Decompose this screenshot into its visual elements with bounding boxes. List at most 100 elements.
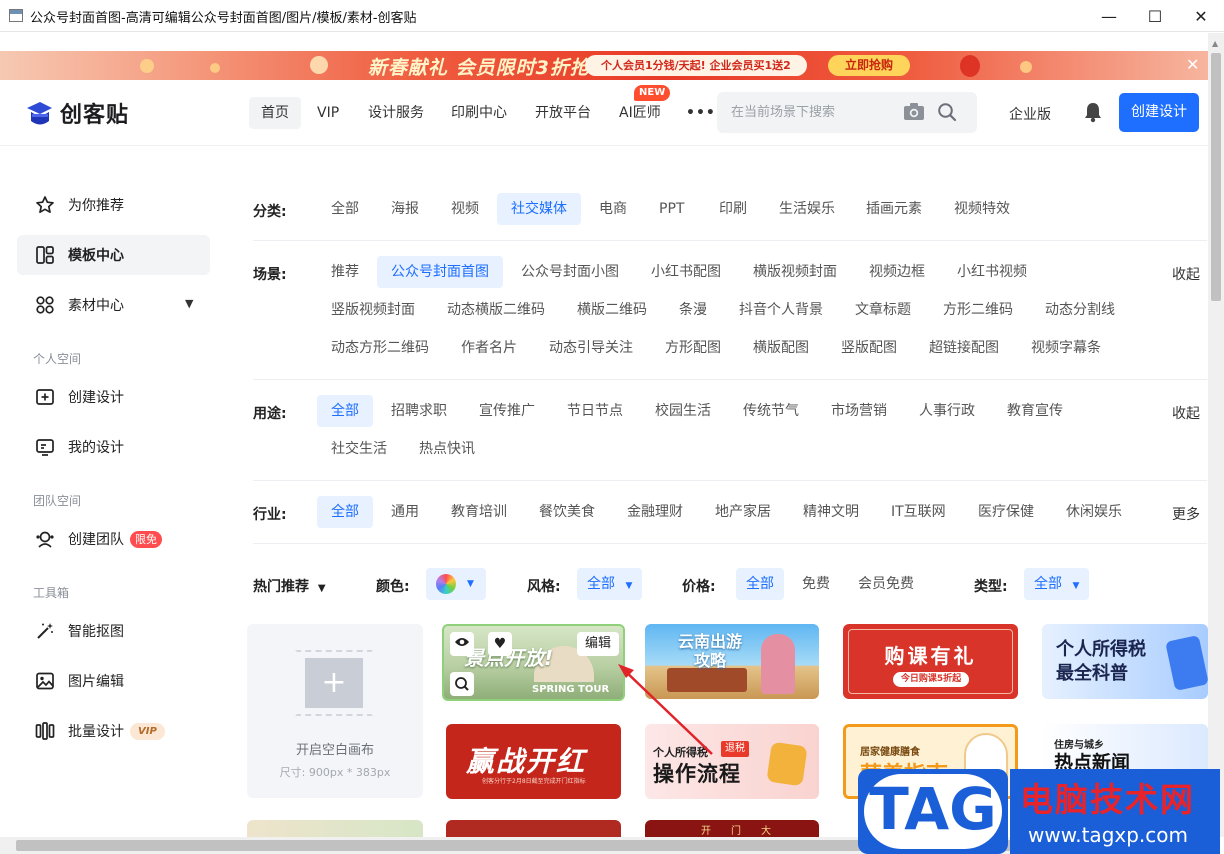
scene-chip[interactable]: 动态横版二维码: [433, 294, 559, 326]
scene-chip[interactable]: 方形配图: [651, 332, 735, 364]
usage-chip[interactable]: 全部: [317, 395, 373, 427]
usage-chip[interactable]: 教育宣传: [993, 395, 1077, 427]
category-chip[interactable]: 电商: [585, 193, 641, 225]
template-card[interactable]: 购课有礼 今日购课5折起: [843, 624, 1018, 699]
logo-icon[interactable]: [24, 99, 54, 129]
scene-chip[interactable]: 横版二维码: [563, 294, 661, 326]
preview-eye-icon[interactable]: [450, 632, 474, 656]
template-card[interactable]: [247, 820, 423, 837]
nav-open-platform[interactable]: 开放平台: [523, 97, 603, 129]
search-input[interactable]: [731, 102, 901, 122]
vertical-scrollbar[interactable]: ▲: [1208, 33, 1224, 837]
blank-canvas-card[interactable]: + 开启空白画布 尺寸: 900px * 383px: [247, 624, 423, 798]
scene-chip[interactable]: 横版视频封面: [739, 256, 851, 288]
scene-chip[interactable]: 公众号封面小图: [507, 256, 633, 288]
scene-chip[interactable]: 文章标题: [841, 294, 925, 326]
industry-chip[interactable]: 全部: [317, 496, 373, 528]
category-chip[interactable]: 视频特效: [940, 193, 1024, 225]
usage-chip[interactable]: 人事行政: [905, 395, 989, 427]
scene-chip[interactable]: 推荐: [317, 256, 373, 288]
bell-icon[interactable]: [1083, 101, 1103, 123]
usage-chip[interactable]: 节日节点: [553, 395, 637, 427]
scene-chip[interactable]: 视频边框: [855, 256, 939, 288]
template-card[interactable]: 开 门 大: [645, 820, 819, 837]
industry-chip[interactable]: 精神文明: [789, 496, 873, 528]
sidebar-item-templates[interactable]: 模板中心: [17, 235, 210, 275]
sidebar-item-create-team[interactable]: 创建团队 限免: [17, 519, 210, 559]
price-option[interactable]: 免费: [792, 568, 840, 600]
sidebar-item-materials[interactable]: 素材中心 ▼: [17, 285, 210, 325]
scene-chip[interactable]: 动态引导关注: [535, 332, 647, 364]
usage-chip[interactable]: 传统节气: [729, 395, 813, 427]
sidebar-item-recommend[interactable]: 为你推荐: [17, 185, 210, 225]
usage-chip[interactable]: 招聘求职: [377, 395, 461, 427]
template-card[interactable]: [446, 820, 621, 837]
industry-chip[interactable]: 金融理财: [613, 496, 697, 528]
template-card[interactable]: 个人所得税最全科普: [1042, 624, 1208, 699]
industry-chip[interactable]: 地产家居: [701, 496, 785, 528]
vertical-scroll-thumb[interactable]: [1211, 53, 1221, 301]
industry-chip[interactable]: 休闲娱乐: [1052, 496, 1136, 528]
search-box[interactable]: [717, 92, 977, 133]
promo-banner[interactable]: 新春献礼 会员限时3折抢 个人会员1分钱/天起! 企业会员买1送2 立即抢购 ✕: [0, 51, 1208, 80]
usage-chip[interactable]: 宣传推广: [465, 395, 549, 427]
minimize-button[interactable]: —: [1086, 0, 1132, 32]
scene-chip[interactable]: 动态方形二维码: [317, 332, 443, 364]
industry-chip[interactable]: 医疗保健: [964, 496, 1048, 528]
create-design-button[interactable]: 创建设计: [1119, 93, 1199, 132]
close-window-button[interactable]: ✕: [1178, 0, 1224, 32]
banner-close-icon[interactable]: ✕: [1186, 55, 1199, 74]
template-card[interactable]: 赢战开红 创客分行于2月8日截至完成开门红指标: [446, 724, 621, 799]
scene-chip[interactable]: 超链接配图: [915, 332, 1013, 364]
camera-icon[interactable]: [903, 102, 925, 122]
logo-text[interactable]: 创客贴: [60, 97, 129, 129]
hot-sort-dropdown[interactable]: 热门推荐 ▼: [253, 576, 326, 596]
usage-chip[interactable]: 热点快讯: [405, 433, 489, 465]
banner-cta-button[interactable]: 立即抢购: [828, 55, 910, 76]
type-dropdown[interactable]: 全部 ▼: [1024, 568, 1090, 600]
industry-chip[interactable]: 教育培训: [437, 496, 521, 528]
scene-chip[interactable]: 小红书视频: [943, 256, 1041, 288]
category-chip[interactable]: 全部: [317, 193, 373, 225]
category-chip[interactable]: 海报: [377, 193, 433, 225]
scene-chip[interactable]: 方形二维码: [929, 294, 1027, 326]
sidebar-item-create-design[interactable]: 创建设计: [17, 377, 210, 417]
maximize-button[interactable]: ☐: [1132, 0, 1178, 32]
nav-design-service[interactable]: 设计服务: [356, 97, 436, 129]
scene-chip[interactable]: 抖音个人背景: [725, 294, 837, 326]
scene-chip[interactable]: 横版配图: [739, 332, 823, 364]
scene-chip[interactable]: 小红书配图: [637, 256, 735, 288]
scene-collapse-link[interactable]: 收起: [1172, 264, 1200, 284]
scene-chip[interactable]: 动态分割线: [1031, 294, 1129, 326]
category-chip[interactable]: 视频: [437, 193, 493, 225]
price-option[interactable]: 全部: [736, 568, 784, 600]
scene-chip[interactable]: 视频字幕条: [1017, 332, 1115, 364]
scene-chip[interactable]: 竖版配图: [827, 332, 911, 364]
search-icon[interactable]: [937, 102, 957, 122]
usage-chip[interactable]: 校园生活: [641, 395, 725, 427]
price-option[interactable]: 会员免费: [848, 568, 924, 600]
template-card[interactable]: 景点开放! SPRING TOUR ♥ 编辑: [442, 624, 625, 701]
sidebar-item-cutout[interactable]: 智能抠图: [17, 611, 210, 651]
industry-chip[interactable]: 餐饮美食: [525, 496, 609, 528]
enterprise-link[interactable]: 企业版: [1009, 104, 1051, 124]
sidebar-item-batch[interactable]: 批量设计 VIP: [17, 711, 210, 751]
category-chip[interactable]: 社交媒体: [497, 193, 581, 225]
category-chip[interactable]: PPT: [645, 193, 698, 225]
nav-home[interactable]: 首页: [249, 97, 301, 129]
scene-chip[interactable]: 竖版视频封面: [317, 294, 429, 326]
color-dropdown[interactable]: ▼: [426, 568, 486, 600]
usage-chip[interactable]: 社交生活: [317, 433, 401, 465]
industry-chip[interactable]: 通用: [377, 496, 433, 528]
category-chip[interactable]: 印刷: [705, 193, 761, 225]
favorite-heart-icon[interactable]: ♥: [488, 632, 512, 656]
nav-ai[interactable]: AI匠师: [607, 97, 673, 129]
category-chip[interactable]: 生活娱乐: [765, 193, 849, 225]
usage-chip[interactable]: 市场营销: [817, 395, 901, 427]
scroll-up-icon[interactable]: ▲: [1212, 39, 1218, 48]
industry-more-link[interactable]: 更多: [1172, 504, 1200, 524]
nav-print-center[interactable]: 印刷中心: [439, 97, 519, 129]
nav-vip[interactable]: VIP: [305, 97, 351, 129]
zoom-search-icon[interactable]: [450, 672, 474, 696]
sidebar-item-image-edit[interactable]: 图片编辑: [17, 661, 210, 701]
